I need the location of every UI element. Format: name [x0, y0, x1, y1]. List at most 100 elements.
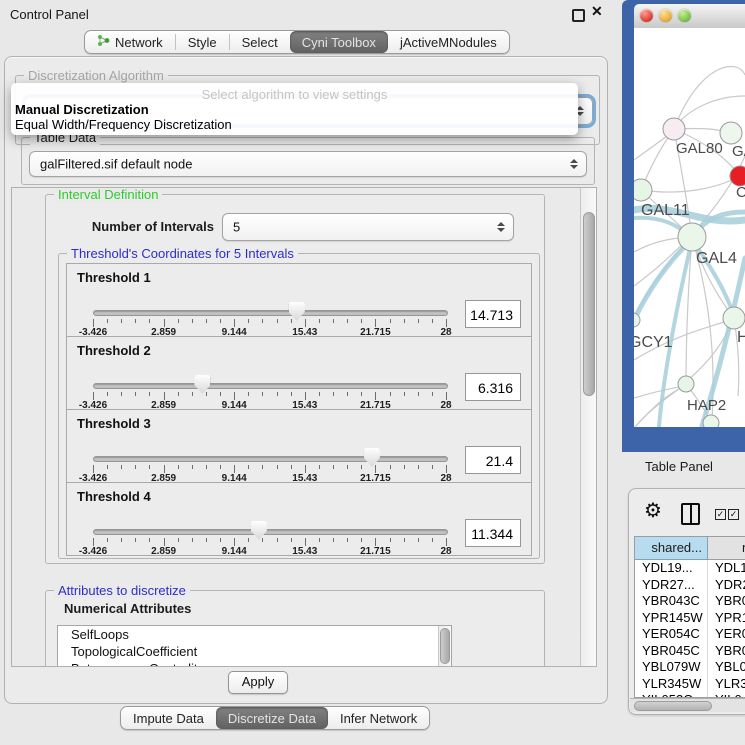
- table-row[interactable]: YBR045CYBR0: [635, 643, 745, 660]
- tick-mark: [107, 392, 108, 396]
- table-row[interactable]: YPR145WYPR1: [635, 610, 745, 627]
- tick-mark: [234, 465, 235, 473]
- slider-track[interactable]: [93, 456, 448, 462]
- split-columns-icon[interactable]: [681, 503, 700, 525]
- tick-mark: [277, 319, 278, 323]
- tick-mark: [149, 392, 150, 396]
- network-window-titlebar[interactable]: [634, 4, 745, 29]
- float-window-icon[interactable]: [572, 9, 585, 22]
- tick-mark: [375, 465, 376, 473]
- minimize-window-button[interactable]: [659, 9, 672, 22]
- threshold-value-input[interactable]: 21.4: [465, 446, 521, 474]
- tick-mark: [93, 392, 94, 400]
- tick-mark: [192, 319, 193, 323]
- slider-track[interactable]: [93, 310, 448, 316]
- table-row[interactable]: YDR27...YDR2: [635, 577, 745, 594]
- column-header-name[interactable]: n: [708, 537, 745, 560]
- table-cell: YLR3: [708, 676, 745, 693]
- table-cell: YPR1: [708, 610, 745, 627]
- number-of-intervals-combo[interactable]: 5: [222, 213, 514, 241]
- network-node[interactable]: [730, 166, 745, 186]
- slider-track[interactable]: [93, 529, 448, 535]
- threshold-value-input[interactable]: 14.713: [465, 300, 521, 328]
- tick-mark: [432, 319, 433, 323]
- tick-mark: [347, 465, 348, 469]
- table-horizontal-scrollbar[interactable]: [630, 698, 745, 712]
- tab-discretize-data[interactable]: Discretize Data: [216, 707, 328, 729]
- tab-network[interactable]: Network: [85, 31, 175, 53]
- zoom-window-button[interactable]: [678, 9, 691, 22]
- table-body: YDL19...YDL1YDR27...YDR2YBR043CYBR0YPR14…: [635, 560, 745, 676]
- tick-mark: [390, 319, 391, 323]
- list-item-betweennesscentrality[interactable]: BetweennessCentrality: [58, 660, 451, 667]
- network-node[interactable]: [678, 376, 694, 392]
- tab-label: Style: [188, 35, 217, 50]
- tick-mark: [361, 465, 362, 469]
- table-row[interactable]: YER054CYER0: [635, 626, 745, 643]
- close-icon[interactable]: ✕: [591, 3, 603, 20]
- tick-mark: [432, 538, 433, 542]
- tick-mark: [164, 319, 165, 327]
- tick-mark: [206, 392, 207, 396]
- apply-button[interactable]: Apply: [228, 671, 288, 694]
- list-scrollbar-thumb[interactable]: [440, 628, 450, 664]
- main-scrollbar[interactable]: [580, 188, 596, 666]
- network-node[interactable]: [723, 307, 745, 329]
- tick-mark: [178, 538, 179, 542]
- tick-mark: [121, 538, 122, 542]
- tick-mark: [277, 392, 278, 396]
- list-scrollbar[interactable]: [438, 626, 451, 667]
- network-icon: [97, 34, 110, 50]
- tab-impute-data[interactable]: Impute Data: [121, 707, 216, 729]
- tick-mark: [446, 392, 447, 400]
- network-node[interactable]: [720, 122, 742, 144]
- close-window-button[interactable]: [640, 9, 653, 22]
- list-item-selfloops[interactable]: SelfLoops: [58, 626, 451, 643]
- tick-mark: [390, 538, 391, 542]
- node-label: GAL4: [696, 250, 737, 267]
- tab-cyni-toolbox[interactable]: Cyni Toolbox: [290, 31, 388, 53]
- checkbox-icon[interactable]: ✓: [728, 509, 739, 520]
- tick-mark: [361, 319, 362, 323]
- checkbox-icon[interactable]: ✓: [715, 509, 726, 520]
- table-hscrollbar-thumb[interactable]: [634, 701, 712, 711]
- tick-mark: [234, 538, 235, 546]
- control-panel-title: Control Panel: [10, 7, 89, 22]
- tab-style[interactable]: Style: [176, 31, 229, 53]
- tick-mark: [248, 392, 249, 396]
- table-row[interactable]: YBR043CYBR0: [635, 593, 745, 610]
- network-canvas[interactable]: GAL80GACGAL11GAL4GCY1HHAP2: [634, 28, 745, 427]
- network-node[interactable]: [634, 179, 652, 201]
- threshold-panel-3: Threshold 3-3.4262.8599.14415.4321.71528…: [66, 409, 532, 483]
- network-node[interactable]: [703, 415, 719, 427]
- tab-select[interactable]: Select: [230, 31, 290, 53]
- table-data-combo[interactable]: galFiltered.sif default node: [29, 151, 587, 177]
- settings-gear-icon[interactable]: ⚙: [644, 498, 662, 523]
- table-cell: YER0: [708, 626, 745, 643]
- slider-track[interactable]: [93, 383, 448, 389]
- network-view-window[interactable]: GAL80GACGAL11GAL4GCY1HHAP2: [622, 0, 745, 452]
- tick-mark: [446, 319, 447, 327]
- slider-ticks: [93, 537, 446, 547]
- threshold-value-input[interactable]: 11.344: [465, 519, 521, 547]
- node-label: HAP2: [687, 397, 726, 414]
- table-row[interactable]: YBL079WYBL0: [635, 659, 745, 676]
- table-row[interactable]: YDL19...YDL1: [635, 560, 745, 577]
- attributes-group-label: Attributes to discretize: [54, 583, 190, 598]
- list-item-topologicalcoefficient[interactable]: TopologicalCoefficient: [58, 643, 451, 660]
- dropdown-option-equal-width-frequency-discretization[interactable]: Equal Width/Frequency Discretization: [15, 117, 232, 132]
- node-label: GAL80: [676, 140, 723, 157]
- dropdown-option-manual-discretization[interactable]: Manual Discretization: [15, 102, 149, 117]
- tab-infer-network[interactable]: Infer Network: [328, 707, 429, 729]
- network-node[interactable]: [663, 118, 685, 140]
- threshold-value-input[interactable]: 6.316: [465, 373, 521, 401]
- column-header-shared-name[interactable]: shared...: [635, 537, 708, 560]
- numerical-attributes-list[interactable]: SelfLoopsTopologicalCoefficientBetweenne…: [57, 625, 452, 667]
- number-of-intervals-label: Number of Intervals: [66, 219, 214, 234]
- tick-mark: [262, 465, 263, 469]
- table-row[interactable]: YLR345WYLR3: [635, 676, 745, 693]
- tick-label: 21.715: [360, 546, 391, 557]
- network-node[interactable]: [678, 223, 706, 251]
- tab-jactivemnodules[interactable]: jActiveMNodules: [388, 31, 509, 53]
- main-scrollbar-thumb[interactable]: [583, 212, 595, 396]
